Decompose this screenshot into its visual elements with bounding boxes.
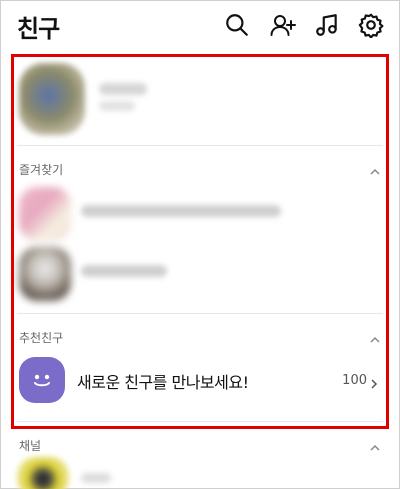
chevron-up-icon[interactable]: [369, 331, 381, 343]
search-icon[interactable]: [223, 11, 251, 39]
page-title: 친구: [17, 15, 60, 43]
recommend-count: 100: [342, 373, 367, 388]
blurred-favorite-name: [81, 265, 167, 277]
my-profile-row[interactable]: [15, 63, 385, 143]
blurred-favorite-name: [81, 205, 281, 217]
section-label-favorites: 즐겨찾기: [19, 163, 64, 177]
divider: [17, 421, 383, 422]
avatar: [19, 63, 85, 135]
blurred-status: [99, 101, 135, 111]
smiley-icon: [19, 357, 65, 403]
blurred-channel-name: [81, 473, 111, 483]
friends-screen: 친구 즐겨찾기 추천친구 새로운 친구를 만나보세요! 100 채널: [0, 0, 400, 489]
section-label-channels: 채널: [19, 439, 42, 453]
recommend-friends-row[interactable]: 새로운 친구를 만나보세요! 100: [15, 353, 385, 409]
favorite-avatar[interactable]: [19, 247, 71, 301]
divider: [17, 313, 383, 314]
settings-icon[interactable]: [357, 11, 385, 39]
blurred-name: [99, 83, 147, 95]
chevron-right-icon: [369, 375, 379, 389]
section-label-recommended: 추천친구: [19, 331, 64, 345]
chevron-up-icon[interactable]: [369, 439, 381, 451]
add-friend-icon[interactable]: [269, 11, 297, 39]
recommend-text: 새로운 친구를 만나보세요!: [77, 373, 249, 392]
channel-avatar[interactable]: [17, 457, 69, 489]
top-bar: 친구: [1, 1, 400, 51]
favorite-avatar[interactable]: [19, 187, 71, 241]
music-icon[interactable]: [313, 11, 341, 39]
divider: [17, 145, 383, 146]
chevron-up-icon[interactable]: [369, 163, 381, 175]
